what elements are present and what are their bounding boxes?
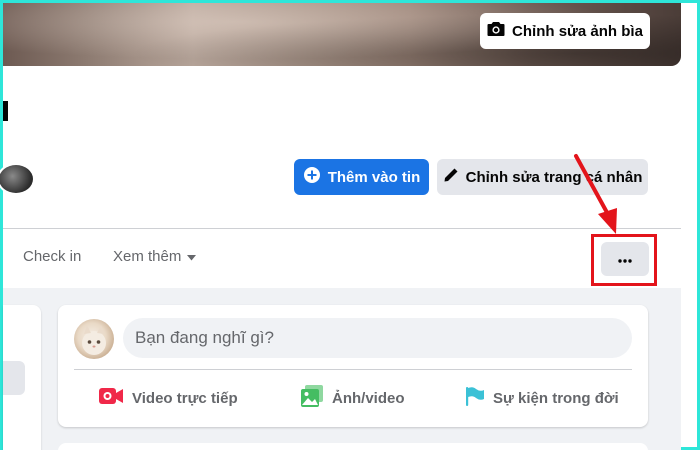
photo-video-button[interactable]: Ảnh/video	[300, 381, 405, 415]
tab-check-in[interactable]: Check in	[23, 248, 81, 265]
tab-see-more[interactable]: Xem thêm	[113, 248, 197, 265]
intro-card-button[interactable]	[3, 361, 25, 395]
live-video-label: Video trực tiếp	[132, 389, 238, 407]
live-video-button[interactable]: Video trực tiếp	[98, 381, 238, 415]
life-event-button[interactable]: Sự kiện trong đời	[463, 381, 619, 415]
add-to-story-label: Thêm vào tin	[327, 168, 421, 186]
camera-icon	[487, 21, 505, 41]
composer-divider	[74, 369, 632, 370]
composer-placeholder: Bạn đang nghĩ gì?	[135, 328, 274, 347]
tab-check-in-label: Check in	[23, 248, 82, 265]
photo-video-icon	[300, 384, 324, 412]
caret-down-icon	[187, 248, 197, 265]
add-to-story-button[interactable]: Thêm vào tin	[294, 159, 429, 195]
edit-cover-photo-button[interactable]: Chỉnh sửa ảnh bìa	[480, 13, 650, 49]
pencil-icon	[443, 167, 459, 187]
live-video-icon	[98, 386, 124, 410]
annotation-highlight-box	[591, 234, 657, 286]
life-event-label: Sự kiện trong đời	[493, 389, 619, 407]
whats-on-your-mind-input[interactable]: Bạn đang nghĩ gì?	[123, 318, 632, 358]
next-post-card	[58, 443, 648, 450]
flag-icon	[463, 385, 485, 411]
annotation-arrow-icon	[574, 154, 617, 234]
tab-see-more-label: Xem thêm	[113, 248, 182, 265]
profile-name-fragment	[3, 101, 8, 121]
plus-circle-icon	[303, 166, 321, 188]
friend-avatar[interactable]	[0, 163, 35, 195]
post-composer: Bạn đang nghĩ gì? Video trực tiếp Ảnh/vi…	[58, 305, 648, 427]
photo-video-label: Ảnh/video	[332, 389, 405, 407]
user-avatar[interactable]	[74, 319, 114, 359]
edit-cover-photo-label: Chỉnh sửa ảnh bìa	[512, 22, 643, 40]
